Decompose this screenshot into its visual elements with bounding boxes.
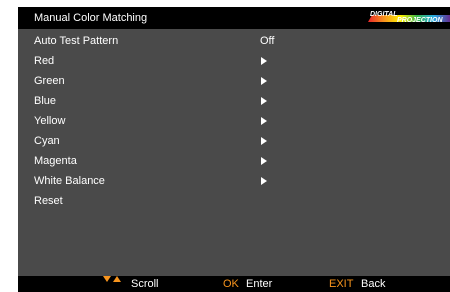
menu-item-magenta[interactable]: Magenta <box>18 151 450 171</box>
key-hint-bar: Scroll OK Enter EXIT Back <box>18 276 450 292</box>
logo-text-digital: DIGITAL <box>370 11 397 18</box>
exit-key-label: EXIT <box>329 278 354 290</box>
menu-list: Auto Test Pattern Off Red Green Blue Yel… <box>18 31 450 211</box>
menu-item-white-balance[interactable]: White Balance <box>18 171 450 191</box>
submenu-arrow-icon <box>261 97 267 105</box>
menu-title: Manual Color Matching <box>34 12 148 24</box>
menu-item-red[interactable]: Red <box>18 51 450 71</box>
menu-item-label: Auto Test Pattern <box>34 35 119 47</box>
ok-key-label: OK <box>223 278 239 290</box>
menu-item-blue[interactable]: Blue <box>18 91 450 111</box>
title-bar: Manual Color Matching DIGITAL PROJECTION <box>18 7 450 29</box>
enter-hint-label: Enter <box>246 278 273 290</box>
submenu-arrow-icon <box>261 157 267 165</box>
menu-item-label: Green <box>34 75 65 87</box>
menu-item-yellow[interactable]: Yellow <box>18 111 450 131</box>
menu-item-label: Reset <box>34 195 63 207</box>
osd-menu-panel: Manual Color Matching DIGITAL PROJECTION… <box>18 7 450 292</box>
menu-item-value: Off <box>260 35 275 47</box>
menu-item-green[interactable]: Green <box>18 71 450 91</box>
logo-text-projection: PROJECTION <box>397 17 443 24</box>
digital-projection-logo: DIGITAL PROJECTION <box>368 11 450 24</box>
menu-item-reset[interactable]: Reset <box>18 191 450 211</box>
arrow-down-icon <box>103 276 111 282</box>
submenu-arrow-icon <box>261 57 267 65</box>
menu-item-auto-test-pattern[interactable]: Auto Test Pattern Off <box>18 31 450 51</box>
back-hint-label: Back <box>361 278 386 290</box>
menu-item-cyan[interactable]: Cyan <box>18 131 450 151</box>
menu-item-label: Blue <box>34 95 57 107</box>
menu-item-label: Cyan <box>34 135 60 147</box>
arrow-up-icon <box>113 276 121 282</box>
submenu-arrow-icon <box>261 77 267 85</box>
menu-item-label: Red <box>34 55 55 67</box>
submenu-arrow-icon <box>261 137 267 145</box>
menu-item-label: White Balance <box>34 175 105 187</box>
menu-item-label: Magenta <box>34 155 77 167</box>
submenu-arrow-icon <box>261 117 267 125</box>
scroll-hint-label: Scroll <box>131 278 159 290</box>
menu-item-label: Yellow <box>34 115 66 127</box>
submenu-arrow-icon <box>261 177 267 185</box>
